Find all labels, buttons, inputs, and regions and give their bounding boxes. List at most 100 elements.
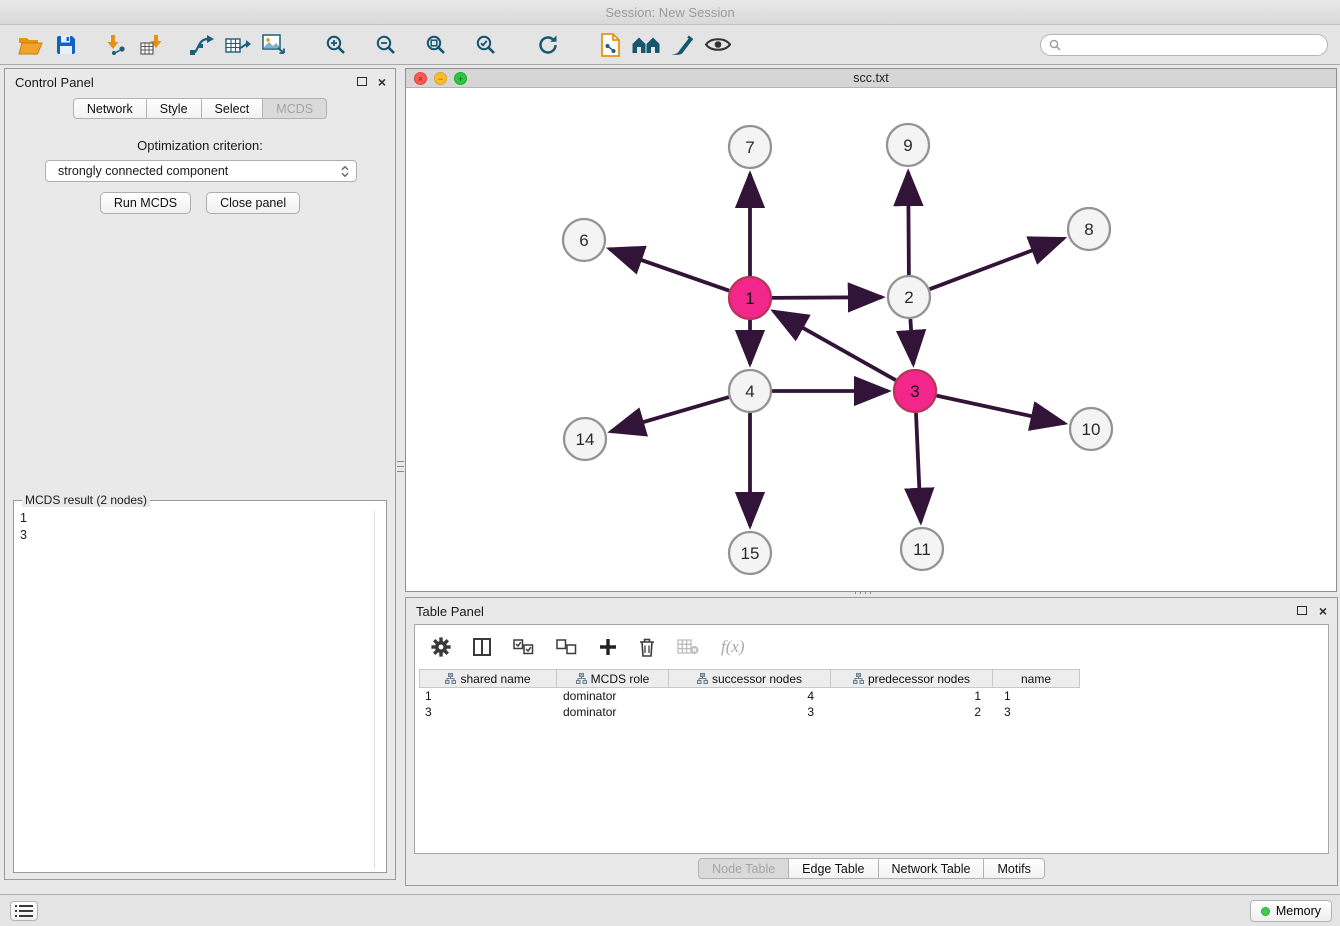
zoom-in-button[interactable] — [318, 29, 354, 61]
delete-column-button[interactable] — [639, 638, 655, 657]
export-image-button[interactable] — [256, 29, 292, 61]
unselect-all-columns-button[interactable] — [556, 639, 577, 655]
import-network-button[interactable] — [98, 29, 134, 61]
network-canvas[interactable]: 7 9 6 8 1 2 4 3 14 10 15 11 — [406, 88, 1336, 591]
float-panel-icon[interactable] — [357, 77, 367, 86]
graph-node-9[interactable]: 9 — [887, 124, 929, 166]
graph-node-label: 3 — [910, 382, 919, 401]
tab-edge-table[interactable]: Edge Table — [789, 858, 878, 879]
graph-edge-3-1[interactable] — [774, 311, 896, 380]
tab-mcds[interactable]: MCDS — [263, 98, 327, 119]
graph-node-10[interactable]: 10 — [1070, 408, 1112, 450]
graph-node-2[interactable]: 2 — [888, 276, 930, 318]
zoom-out-button[interactable] — [368, 29, 404, 61]
control-panel-header: Control Panel × — [5, 69, 395, 95]
main-toolbar — [0, 25, 1340, 65]
vertical-splitter-handle[interactable] — [397, 461, 404, 475]
mcds-result-title: MCDS result (2 nodes) — [22, 493, 150, 507]
close-window-icon[interactable]: × — [414, 72, 427, 85]
column-attribute-icon — [576, 673, 587, 684]
graph-node-14[interactable]: 14 — [564, 418, 606, 460]
table-row[interactable]: 3 dominator 3 2 3 — [419, 704, 1080, 720]
control-panel-tabs: Network Style Select MCDS — [5, 98, 395, 119]
graph-node-label: 4 — [745, 382, 754, 401]
column-header-name[interactable]: name — [993, 670, 1080, 687]
branch-arrow-icon — [189, 34, 215, 56]
table-settings-button[interactable] — [431, 637, 451, 657]
graph-edge-2-8[interactable] — [930, 239, 1064, 290]
graph-edge-4-14[interactable] — [611, 397, 729, 431]
graph-node-label: 7 — [745, 138, 754, 157]
graph-edge-2-9[interactable] — [908, 172, 909, 275]
show-graphics-details-button[interactable] — [700, 29, 736, 61]
column-header-label: name — [1021, 672, 1051, 686]
graph-node-1[interactable]: 1 — [729, 277, 771, 319]
tab-node-table[interactable]: Node Table — [698, 858, 789, 879]
close-panel-button[interactable]: Close panel — [206, 192, 300, 214]
zoom-window-icon[interactable]: + — [454, 72, 467, 85]
graph-node-4[interactable]: 4 — [729, 370, 771, 412]
trash-icon — [639, 638, 655, 657]
close-panel-icon[interactable]: × — [1319, 605, 1327, 617]
graph-edge-3-11[interactable] — [916, 413, 921, 522]
table-tabs: Node Table Edge Table Network Table Moti… — [406, 858, 1337, 879]
columns-icon — [473, 638, 491, 656]
graph-node-3[interactable]: 3 — [894, 370, 936, 412]
column-attribute-icon — [697, 673, 708, 684]
zoom-fit-button[interactable] — [418, 29, 454, 61]
search-input[interactable] — [1066, 38, 1319, 52]
create-column-button[interactable] — [599, 638, 617, 656]
delete-table-button-disabled[interactable] — [677, 639, 699, 655]
network-table-view-button[interactable] — [220, 29, 256, 61]
column-header-predecessor-nodes[interactable]: predecessor nodes — [831, 670, 993, 687]
optimization-criterion-select[interactable]: strongly connected component — [45, 160, 357, 182]
tab-select[interactable]: Select — [202, 98, 264, 119]
new-network-button[interactable] — [184, 29, 220, 61]
tab-motifs[interactable]: Motifs — [984, 858, 1044, 879]
close-panel-icon[interactable]: × — [378, 76, 386, 88]
minimize-window-icon[interactable]: − — [434, 72, 447, 85]
apply-layout-button[interactable] — [530, 29, 566, 61]
session-document-button[interactable] — [592, 29, 628, 61]
show-panel-list-button[interactable] — [10, 901, 38, 921]
graph-node-7[interactable]: 7 — [729, 126, 771, 168]
import-table-button[interactable] — [134, 29, 170, 61]
graph-node-label: 11 — [913, 540, 931, 559]
graph-node-11[interactable]: 11 — [901, 528, 943, 570]
cell-mcds-role: dominator — [557, 689, 669, 703]
open-session-button[interactable] — [12, 29, 48, 61]
graph-node-label: 8 — [1084, 220, 1093, 239]
column-header-shared-name[interactable]: shared name — [419, 670, 557, 687]
run-mcds-button[interactable]: Run MCDS — [100, 192, 191, 214]
node-table-container: f(x) shared name MCDS role successor nod… — [414, 624, 1329, 854]
show-columns-button[interactable] — [473, 638, 491, 656]
graph-node-label: 6 — [579, 231, 588, 250]
graph-node-6[interactable]: 6 — [563, 219, 605, 261]
graph-edge-1-2[interactable] — [772, 297, 882, 298]
result-scrollbar-track[interactable] — [374, 511, 375, 868]
column-header-mcds-role[interactable]: MCDS role — [557, 670, 669, 687]
tab-network[interactable]: Network — [73, 98, 147, 119]
zoom-selected-button[interactable] — [468, 29, 504, 61]
graph-edge-3-10[interactable] — [937, 396, 1065, 424]
graph-edge-1-6[interactable] — [610, 249, 730, 291]
function-builder-button[interactable]: f(x) — [721, 637, 745, 657]
tab-network-table[interactable]: Network Table — [879, 858, 985, 879]
graph-node-8[interactable]: 8 — [1068, 208, 1110, 250]
graph-edge-2-3[interactable] — [910, 319, 913, 364]
graph-node-label: 2 — [904, 288, 913, 307]
select-all-columns-button[interactable] — [513, 639, 534, 655]
double-house-icon — [632, 34, 661, 55]
table-row[interactable]: 1 dominator 4 1 1 — [419, 688, 1080, 704]
graph-node-label: 1 — [745, 289, 754, 308]
save-session-button[interactable] — [48, 29, 84, 61]
table-toolbar: f(x) — [415, 625, 1328, 669]
cell-predecessor-nodes: 1 — [831, 689, 993, 703]
memory-button[interactable]: Memory — [1250, 900, 1332, 922]
tab-style[interactable]: Style — [147, 98, 202, 119]
float-panel-icon[interactable] — [1297, 606, 1307, 615]
apply-style-button[interactable] — [664, 29, 700, 61]
home-button[interactable] — [628, 29, 664, 61]
column-header-successor-nodes[interactable]: successor nodes — [669, 670, 831, 687]
graph-node-15[interactable]: 15 — [729, 532, 771, 574]
